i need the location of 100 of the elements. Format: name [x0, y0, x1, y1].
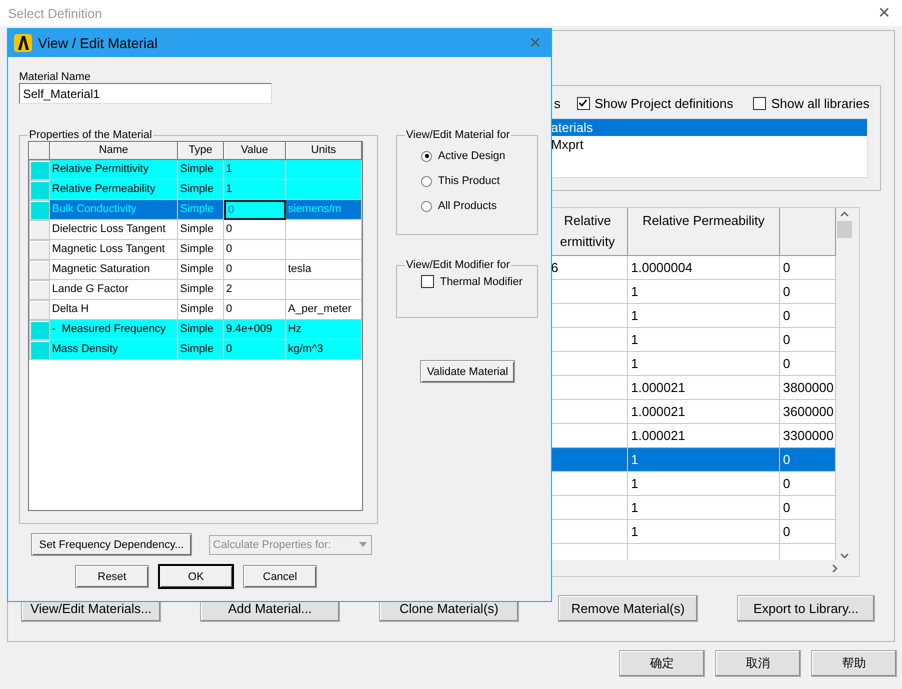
dialog-button[interactable]: Reset: [75, 565, 149, 588]
property-row[interactable]: Lande G Factor Simple 2: [29, 280, 362, 300]
scroll-right-icon[interactable]: [830, 564, 839, 572]
property-units: siemens/m: [288, 203, 342, 215]
row-selector[interactable]: [29, 160, 50, 180]
group-title: Properties of the Material: [28, 129, 153, 141]
property-row[interactable]: Relative Permittivity Simple 1: [29, 160, 362, 180]
property-value: 0: [226, 223, 232, 235]
dialog-button[interactable]: 取消: [715, 650, 801, 677]
table-cell: 3600000: [783, 404, 834, 419]
property-name: Magnetic Loss Tangent: [52, 243, 165, 255]
action-button[interactable]: Remove Material(s): [558, 595, 698, 622]
table-cell: 1.000021: [631, 428, 686, 443]
property-row[interactable]: Mass Density Simple 0 kg/m^3: [29, 340, 362, 360]
property-row[interactable]: Magnetic Loss Tangent Simple 0: [29, 240, 362, 260]
row-selector[interactable]: [29, 200, 50, 220]
row-selector[interactable]: [29, 300, 50, 320]
property-row[interactable]: Bulk Conductivity Simple 0 siemens/m: [29, 200, 362, 220]
property-name: Delta H: [52, 303, 89, 315]
dialog-button[interactable]: Cancel: [243, 565, 317, 588]
radio-button[interactable]: [421, 150, 432, 162]
property-value: 1: [226, 163, 232, 175]
value-field[interactable]: 0: [224, 200, 286, 220]
row-selector[interactable]: [29, 180, 50, 200]
row-selector[interactable]: [29, 240, 50, 260]
table-cell: 0: [783, 332, 790, 347]
column-header[interactable]: Relative Permeability: [628, 208, 780, 256]
row-selector[interactable]: [29, 340, 50, 360]
property-row[interactable]: Delta H Simple 0 A_per_meter: [29, 300, 362, 320]
table-cell: 1: [631, 452, 638, 467]
property-name: Dielectric Loss Tangent: [52, 223, 166, 235]
column-header[interactable]: Type: [178, 142, 224, 159]
field-label: Material Name: [19, 71, 92, 83]
scroll-down-icon[interactable]: [840, 551, 849, 560]
dialog-button[interactable]: OK: [159, 565, 233, 588]
property-name: Relative Permittivity: [52, 163, 149, 175]
property-row[interactable]: - Measured Frequency Simple 9.4e+009 Hz: [29, 320, 362, 340]
property-type: Simple: [180, 243, 214, 255]
column-header[interactable]: [780, 208, 836, 256]
action-button[interactable]: Export to Library...: [737, 595, 875, 622]
property-type: Simple: [180, 263, 214, 275]
column-header[interactable]: Units: [286, 142, 362, 159]
property-type: Simple: [180, 323, 214, 335]
option-label: s: [554, 96, 560, 110]
checkbox-label: Thermal Modifier: [440, 276, 523, 288]
property-name: Relative Permeability: [52, 183, 156, 195]
table-cell: 3300000: [783, 428, 834, 443]
property-type: Simple: [180, 283, 214, 295]
validate-button[interactable]: Validate Material: [420, 360, 515, 383]
table-cell: 1: [631, 332, 638, 347]
table-cell: 1: [631, 284, 638, 299]
table-cell: 1: [631, 356, 638, 371]
table-cell: 1.000021: [631, 380, 686, 395]
property-row[interactable]: Magnetic Saturation Simple 0 tesla: [29, 260, 362, 280]
frequency-button[interactable]: Set Frequency Dependency...: [31, 533, 192, 556]
property-units: tesla: [288, 263, 312, 275]
property-name: Bulk Conductivity: [52, 203, 136, 215]
property-type: Simple: [180, 303, 214, 315]
group-title: View/Edit Modifier for: [405, 259, 511, 271]
checkbox[interactable]: [753, 96, 766, 110]
radio-label: All Products: [438, 200, 497, 212]
window-title: Select Definition: [8, 6, 102, 20]
checkbox[interactable]: [421, 275, 434, 288]
table-cell: 1: [631, 308, 638, 323]
property-type: Simple: [180, 163, 214, 175]
table-cell: 6: [551, 260, 558, 275]
row-selector[interactable]: [29, 260, 50, 280]
row-selector[interactable]: [29, 220, 50, 240]
property-row[interactable]: Dielectric Loss Tangent Simple 0: [29, 220, 362, 240]
property-value: 9.4e+009: [226, 323, 272, 335]
table-cell: 1: [631, 524, 638, 539]
checkbox[interactable]: [576, 96, 590, 110]
radio-label: This Product: [438, 175, 500, 187]
table-cell: 0: [783, 524, 790, 539]
property-type: Simple: [180, 343, 214, 355]
row-selector[interactable]: [29, 280, 50, 300]
property-units: Hz: [288, 323, 302, 335]
property-row[interactable]: Relative Permeability Simple 1: [29, 180, 362, 200]
property-value: 0: [226, 243, 232, 255]
table-cell: 1: [631, 476, 638, 491]
dropdown-arrow-icon: [359, 542, 367, 547]
table-cell: 1.0000004: [631, 260, 692, 275]
scroll-up-icon[interactable]: [840, 210, 849, 219]
column-header[interactable]: Name: [50, 142, 178, 159]
column-header[interactable]: Value: [224, 142, 286, 159]
property-units: A_per_meter: [288, 303, 352, 315]
radio-label: Active Design: [438, 150, 506, 162]
property-type: Simple: [180, 223, 214, 235]
dialog-button[interactable]: 确定: [619, 650, 705, 677]
scroll-thumb[interactable]: [837, 221, 852, 238]
table-cell: 3800000: [783, 380, 834, 395]
radio-button[interactable]: [421, 200, 432, 212]
table-cell: 1: [631, 500, 638, 515]
property-name: - Measured Frequency: [52, 323, 166, 335]
dialog-button[interactable]: 帮助: [811, 650, 897, 677]
radio-button[interactable]: [421, 176, 432, 186]
app-logo-icon: [14, 34, 32, 52]
close-button[interactable]: ×: [874, 3, 894, 23]
material-name-field[interactable]: Self_Material1: [19, 83, 272, 104]
row-selector[interactable]: [29, 320, 50, 340]
